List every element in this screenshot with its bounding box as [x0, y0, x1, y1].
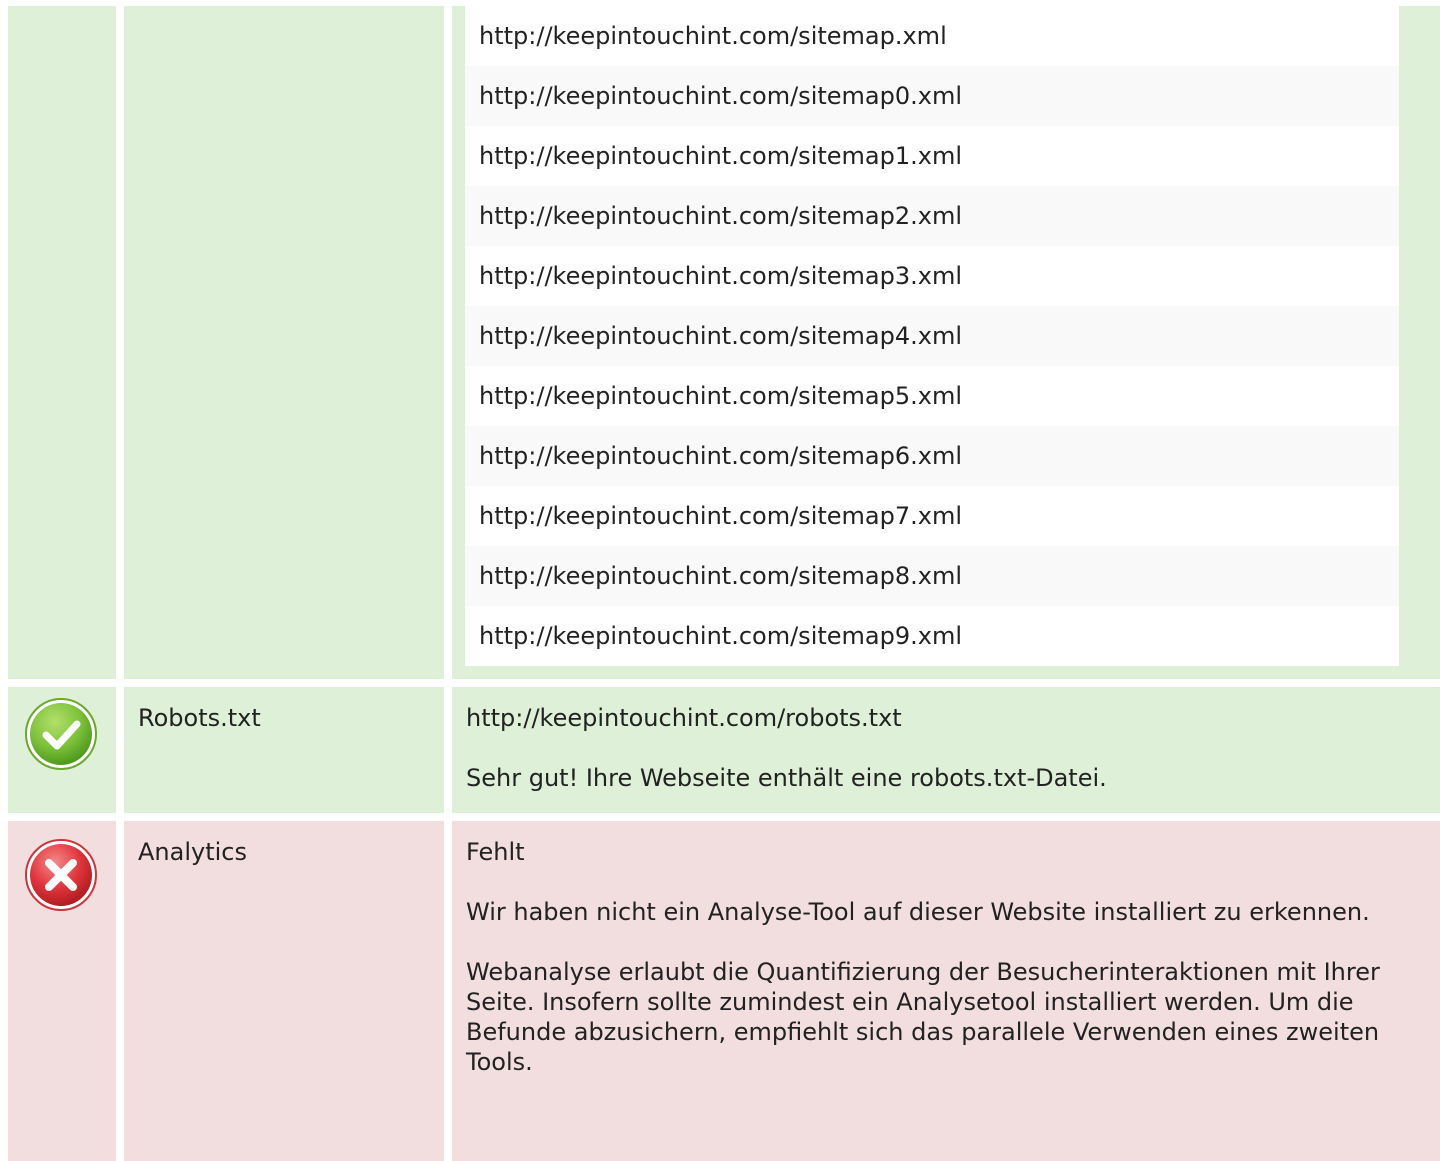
robots-value-cell: http://keepintouchint.com/robots.txt Seh…: [452, 687, 1440, 813]
sitemap-url-item[interactable]: http://keepintouchint.com/sitemap6.xml: [465, 426, 1399, 486]
sitemap-url-item[interactable]: http://keepintouchint.com/sitemap5.xml: [465, 366, 1399, 426]
analytics-message: Wir haben nicht ein Analyse-Tool auf die…: [466, 898, 1370, 926]
sitemap-url-item[interactable]: http://keepintouchint.com/sitemap4.xml: [465, 306, 1399, 366]
analytics-label-cell: Analytics: [124, 821, 444, 1161]
analytics-status: Fehlt: [466, 838, 525, 866]
analytics-row: Analytics Fehlt Wir haben nicht ein Anal…: [8, 821, 1440, 1161]
analytics-value: Fehlt Wir haben nicht ein Analyse-Tool a…: [466, 837, 1430, 1107]
check-circle-icon: [25, 698, 97, 770]
sitemap-url-item[interactable]: http://keepintouchint.com/sitemap1.xml: [465, 126, 1399, 186]
sitemap-url-item[interactable]: http://keepintouchint.com/sitemap9.xml: [465, 606, 1399, 666]
analytics-advice: Webanalyse erlaubt die Quantifizierung d…: [466, 958, 1380, 1076]
robots-value: http://keepintouchint.com/robots.txt Seh…: [466, 703, 1430, 823]
sitemap-url-item[interactable]: http://keepintouchint.com/sitemap8.xml: [465, 546, 1399, 606]
sitemap-url-item[interactable]: http://keepintouchint.com/sitemap2.xml: [465, 186, 1399, 246]
robots-url[interactable]: http://keepintouchint.com/robots.txt: [466, 703, 1430, 733]
analytics-value-cell: Fehlt Wir haben nicht ein Analyse-Tool a…: [452, 821, 1440, 1161]
sitemap-url-list: http://keepintouchint.com/sitemap.xml ht…: [465, 6, 1399, 666]
analytics-icon-cell: [8, 821, 116, 1161]
robots-label: Robots.txt: [138, 704, 261, 732]
robots-label-cell: Robots.txt: [124, 687, 444, 813]
sitemaps-row: http://keepintouchint.com/sitemap.xml ht…: [8, 6, 1440, 679]
sitemaps-label-cell: [124, 6, 444, 679]
analytics-label: Analytics: [138, 838, 247, 866]
sitemap-url-item[interactable]: http://keepintouchint.com/sitemap3.xml: [465, 246, 1399, 306]
x-circle-icon: [25, 839, 97, 911]
sitemap-url-item[interactable]: http://keepintouchint.com/sitemap7.xml: [465, 486, 1399, 546]
sitemap-url-item[interactable]: http://keepintouchint.com/sitemap0.xml: [465, 66, 1399, 126]
robots-message: Sehr gut! Ihre Webseite enthält eine rob…: [466, 764, 1107, 792]
sitemaps-icon-cell: [8, 6, 116, 679]
sitemap-url-item[interactable]: http://keepintouchint.com/sitemap.xml: [465, 6, 1399, 66]
robots-icon-cell: [8, 687, 116, 813]
robots-row: Robots.txt http://keepintouchint.com/rob…: [8, 687, 1440, 813]
sitemaps-value-cell: http://keepintouchint.com/sitemap.xml ht…: [452, 6, 1440, 679]
